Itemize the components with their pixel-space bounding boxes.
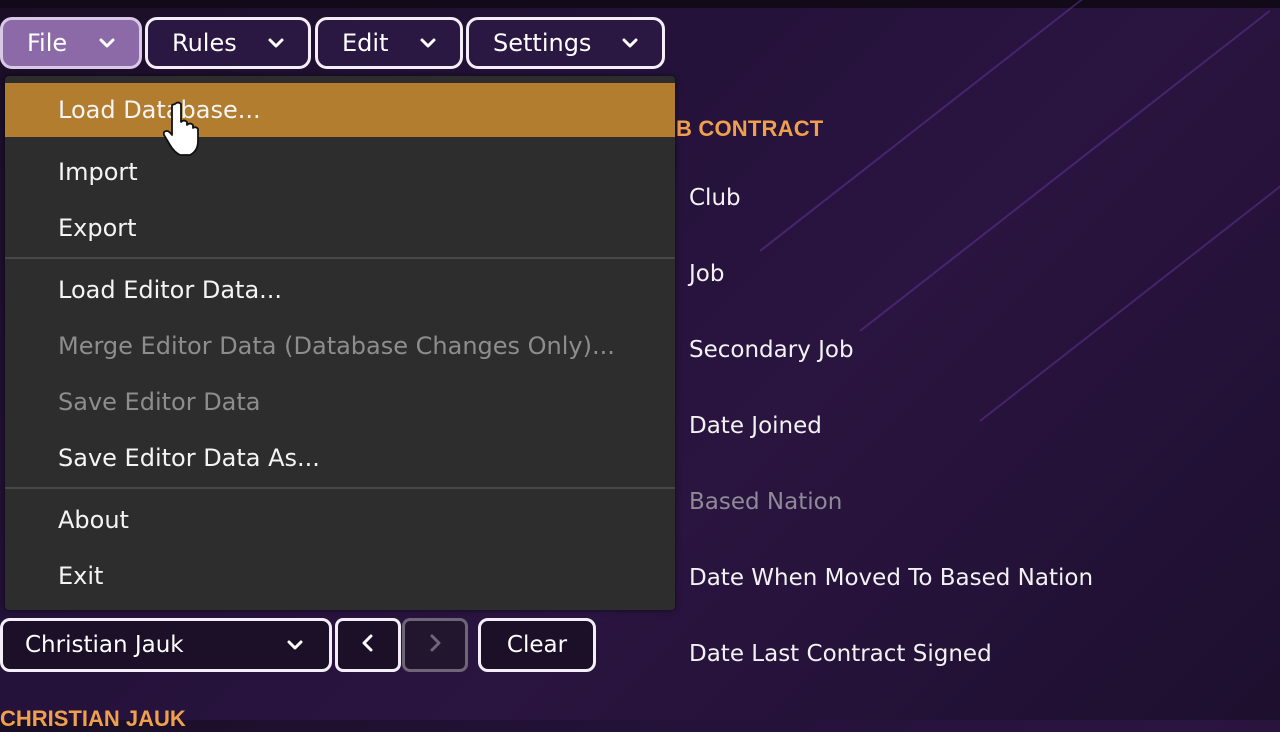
edit-menu-button[interactable]: Edit (315, 17, 463, 69)
chevron-down-icon (266, 33, 286, 53)
section-title: B CONTRACT (676, 116, 824, 141)
chevron-left-icon (358, 633, 378, 657)
menu-item-merge-editor-data: Merge Editor Data (Database Changes Only… (5, 319, 675, 373)
menu-item-label: Merge Editor Data (Database Changes Only… (58, 332, 615, 360)
top-strip (0, 0, 1280, 8)
field-date-joined[interactable]: Date Joined (689, 413, 822, 439)
menu-item-exit[interactable]: Exit (5, 549, 675, 603)
file-dropdown-menu: Load Database... Import Export Load Edit… (5, 76, 675, 610)
chevron-down-icon (620, 33, 640, 53)
settings-menu-button[interactable]: Settings (466, 17, 665, 69)
edit-menu-label: Edit (342, 29, 389, 57)
chevron-down-icon (97, 33, 117, 53)
rules-menu-label: Rules (172, 29, 237, 57)
previous-button[interactable] (335, 618, 401, 672)
menu-item-load-editor-data[interactable]: Load Editor Data... (5, 263, 675, 317)
file-menu-button[interactable]: File (0, 17, 142, 69)
field-secondary-job[interactable]: Secondary Job (689, 337, 854, 363)
person-select-value: Christian Jauk (25, 632, 184, 658)
menu-item-label: Exit (58, 562, 104, 590)
field-date-moved-to-based-nation[interactable]: Date When Moved To Based Nation (689, 565, 1093, 591)
menu-item-save-editor-data-as[interactable]: Save Editor Data As... (5, 431, 675, 485)
settings-menu-label: Settings (493, 29, 592, 57)
field-date-last-contract-signed[interactable]: Date Last Contract Signed (689, 641, 992, 667)
background-streak (759, 0, 1202, 252)
menu-item-about[interactable]: About (5, 493, 675, 547)
menu-item-save-editor-data: Save Editor Data (5, 375, 675, 429)
clear-button-label: Clear (506, 632, 568, 658)
menu-item-import[interactable]: Import (5, 145, 675, 199)
menu-item-label: About (58, 506, 129, 534)
menu-item-export[interactable]: Export (5, 201, 675, 255)
menu-separator (5, 257, 675, 259)
menu-item-label: Export (58, 214, 137, 242)
background-streak (859, 10, 1271, 332)
menu-item-label: Import (58, 158, 138, 186)
menu-item-label: Load Editor Data... (58, 276, 283, 304)
field-job[interactable]: Job (689, 261, 724, 287)
menu-item-label: Save Editor Data As... (58, 444, 320, 472)
menu-separator (5, 487, 675, 489)
person-name-heading: CHRISTIAN JAUK (0, 706, 186, 731)
clear-button[interactable]: Clear (478, 618, 596, 672)
file-menu-label: File (27, 29, 68, 57)
field-based-nation: Based Nation (689, 489, 843, 515)
next-button (402, 618, 468, 672)
menu-item-label: Save Editor Data (58, 388, 261, 416)
hand-cursor-icon (162, 100, 203, 160)
rules-menu-button[interactable]: Rules (145, 17, 311, 69)
chevron-right-icon (425, 633, 445, 657)
chevron-down-icon (418, 33, 438, 53)
menu-item-load-database[interactable]: Load Database... (5, 83, 675, 137)
chevron-down-icon (285, 635, 305, 655)
person-select-dropdown[interactable]: Christian Jauk (0, 618, 332, 672)
menu-item-label: Load Database... (58, 96, 261, 124)
field-club[interactable]: Club (689, 185, 741, 211)
